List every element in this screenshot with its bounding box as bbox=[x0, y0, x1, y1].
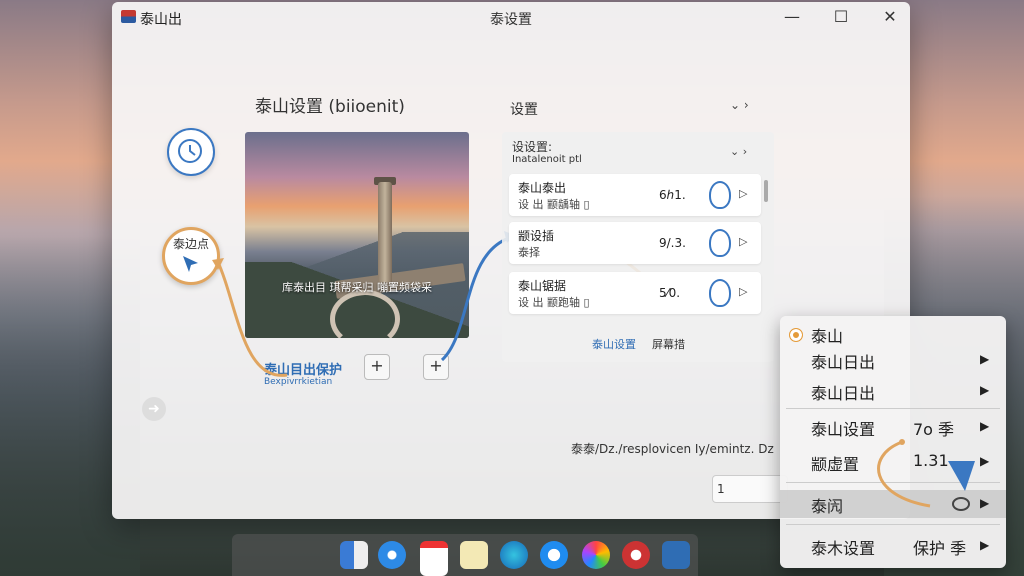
menu-item-close[interactable]: 泰闶 ▶ bbox=[780, 490, 1006, 518]
menu-item-label: 颛虚置 bbox=[811, 455, 860, 474]
add-button[interactable]: + bbox=[364, 354, 390, 380]
menu-divider bbox=[786, 408, 1000, 409]
menu-item-extra: 7o 季 bbox=[913, 420, 955, 439]
page-heading: 泰山设置 (biioenit) bbox=[255, 97, 405, 117]
settings-card[interactable]: 泰山泰出 设 出 颛龋轴 ▯ 6ℎ1. ▷ bbox=[509, 174, 761, 216]
card-subtitle: 设 出 颛跑轴 ▯ bbox=[518, 296, 590, 309]
safari-icon[interactable] bbox=[378, 541, 406, 569]
panel-subtitle: Inatalenoit ptl bbox=[512, 154, 582, 165]
chrome-icon[interactable] bbox=[622, 541, 650, 569]
menu-item-extra: 1.31 bbox=[913, 451, 949, 470]
clock-icon bbox=[178, 139, 202, 163]
panel-footer-text: 屏幕措 bbox=[652, 338, 685, 351]
calculator-icon[interactable] bbox=[662, 541, 690, 569]
title-bar[interactable]: 泰山出 泰设置 — ☐ ✕ bbox=[112, 2, 910, 32]
settings-card[interactable]: 颛设插 泰择 9/.3. ▷ bbox=[509, 222, 761, 264]
finder-icon[interactable] bbox=[340, 541, 368, 569]
timer-icon bbox=[709, 279, 731, 307]
minimize-button[interactable]: — bbox=[777, 6, 807, 28]
close-button[interactable]: ✕ bbox=[875, 6, 905, 28]
menu-item-label: 泰山日出 bbox=[811, 353, 876, 372]
dock bbox=[232, 534, 698, 576]
scrollbar[interactable] bbox=[764, 180, 768, 202]
notes-icon[interactable] bbox=[460, 541, 488, 569]
edge-icon[interactable] bbox=[500, 541, 528, 569]
add-button-secondary[interactable]: + bbox=[423, 354, 449, 380]
settings-card[interactable]: 泰山锯据 设 出 颛跑轴 ▯ 5⁄0. ▷ bbox=[509, 272, 761, 314]
card-subtitle: 设 出 颛龋轴 ▯ bbox=[518, 198, 590, 211]
submenu-arrow-icon: ▶ bbox=[980, 419, 990, 433]
pointer-label: 泰边点 bbox=[173, 237, 210, 251]
photo-caption: 库泰出目 琪帮采归 嘣置频袋采 bbox=[282, 281, 432, 294]
forward-arrow-icon[interactable]: ➜ bbox=[142, 397, 166, 421]
protection-link[interactable]: 泰山目出保护 bbox=[264, 359, 342, 378]
menu-item-extra: 保护 季 bbox=[913, 539, 967, 558]
menu-item-label: 泰山设置 bbox=[811, 420, 876, 439]
calendar-icon[interactable] bbox=[420, 541, 448, 576]
submenu-arrow-icon: ▶ bbox=[980, 496, 990, 510]
status-text: 泰泰/Dz./resplovicen Iy/emintz. Dz bbox=[571, 442, 774, 456]
context-menu: 泰山 泰山日出 ▶ 泰山日出 ▶ 泰山设置 7o 季 ▶ 颛虚置 1.31 ▶ … bbox=[780, 316, 1006, 568]
menu-item-label: 泰木设置 bbox=[811, 539, 876, 558]
card-value: 5⁄0. bbox=[659, 286, 681, 300]
card-title: 颛设插 bbox=[518, 229, 555, 243]
submenu-arrow-icon: ▶ bbox=[980, 352, 990, 366]
menu-divider bbox=[786, 482, 1000, 483]
play-icon[interactable]: ▷ bbox=[739, 235, 747, 248]
menu-item-sunrise-2[interactable]: 泰山日出 ▶ bbox=[780, 377, 1006, 405]
menu-item-taishan[interactable]: 泰山 bbox=[780, 320, 1006, 348]
submenu-arrow-icon: ▶ bbox=[980, 383, 990, 397]
pointer-button[interactable]: 泰边点 bbox=[162, 227, 220, 285]
photos-icon[interactable] bbox=[582, 541, 610, 569]
footer-button[interactable]: 1 Dquelotrdo bbox=[712, 475, 788, 503]
menu-divider bbox=[786, 524, 1000, 525]
card-value: 9/.3. bbox=[659, 236, 686, 250]
play-icon[interactable]: ▷ bbox=[739, 285, 747, 298]
panel-title: 设设置: bbox=[512, 140, 553, 154]
drop-icon bbox=[709, 229, 731, 257]
settings-header: 设置 bbox=[510, 102, 538, 118]
menu-item-settings[interactable]: 泰山设置 7o 季 ▶ bbox=[780, 413, 1006, 441]
maximize-button[interactable]: ☐ bbox=[826, 6, 856, 28]
cursor-icon bbox=[183, 256, 198, 272]
card-title: 泰山泰出 bbox=[518, 181, 567, 195]
card-title: 泰山锯据 bbox=[518, 279, 567, 293]
menu-item-label: 泰闶 bbox=[811, 497, 844, 516]
menu-item-label: 泰山日出 bbox=[811, 384, 876, 403]
radio-selected-icon bbox=[789, 328, 803, 342]
photo-tower bbox=[378, 182, 392, 282]
play-icon[interactable]: ▷ bbox=[739, 187, 747, 200]
menu-item-sunrise[interactable]: 泰山日出 ▶ bbox=[780, 346, 1006, 374]
eye-icon bbox=[952, 497, 970, 511]
protection-subtext: Bexpivrrkietian bbox=[264, 377, 333, 387]
menu-item-config[interactable]: 颛虚置 1.31 ▶ bbox=[780, 448, 1006, 476]
card-value: 6ℎ1. bbox=[659, 188, 686, 202]
menu-item-wood-settings[interactable]: 泰木设置 保护 季 ▶ bbox=[780, 532, 1006, 560]
taishan-photo: 库泰出目 琪帮采归 嘣置频袋采 bbox=[245, 132, 469, 338]
chevron-down-icon[interactable]: ⌄ › bbox=[730, 98, 749, 112]
chevron-down-icon[interactable]: ⌄ › bbox=[730, 145, 747, 158]
panel-footer-link[interactable]: 泰山设置 bbox=[592, 336, 636, 352]
submenu-arrow-icon: ▶ bbox=[980, 454, 990, 468]
menu-item-label: 泰山 bbox=[811, 327, 844, 346]
card-subtitle: 泰择 bbox=[518, 246, 540, 259]
submenu-arrow-icon: ▶ bbox=[980, 538, 990, 552]
clock-button[interactable] bbox=[167, 128, 215, 176]
appstore-icon[interactable] bbox=[540, 541, 568, 569]
drop-icon bbox=[709, 181, 731, 209]
